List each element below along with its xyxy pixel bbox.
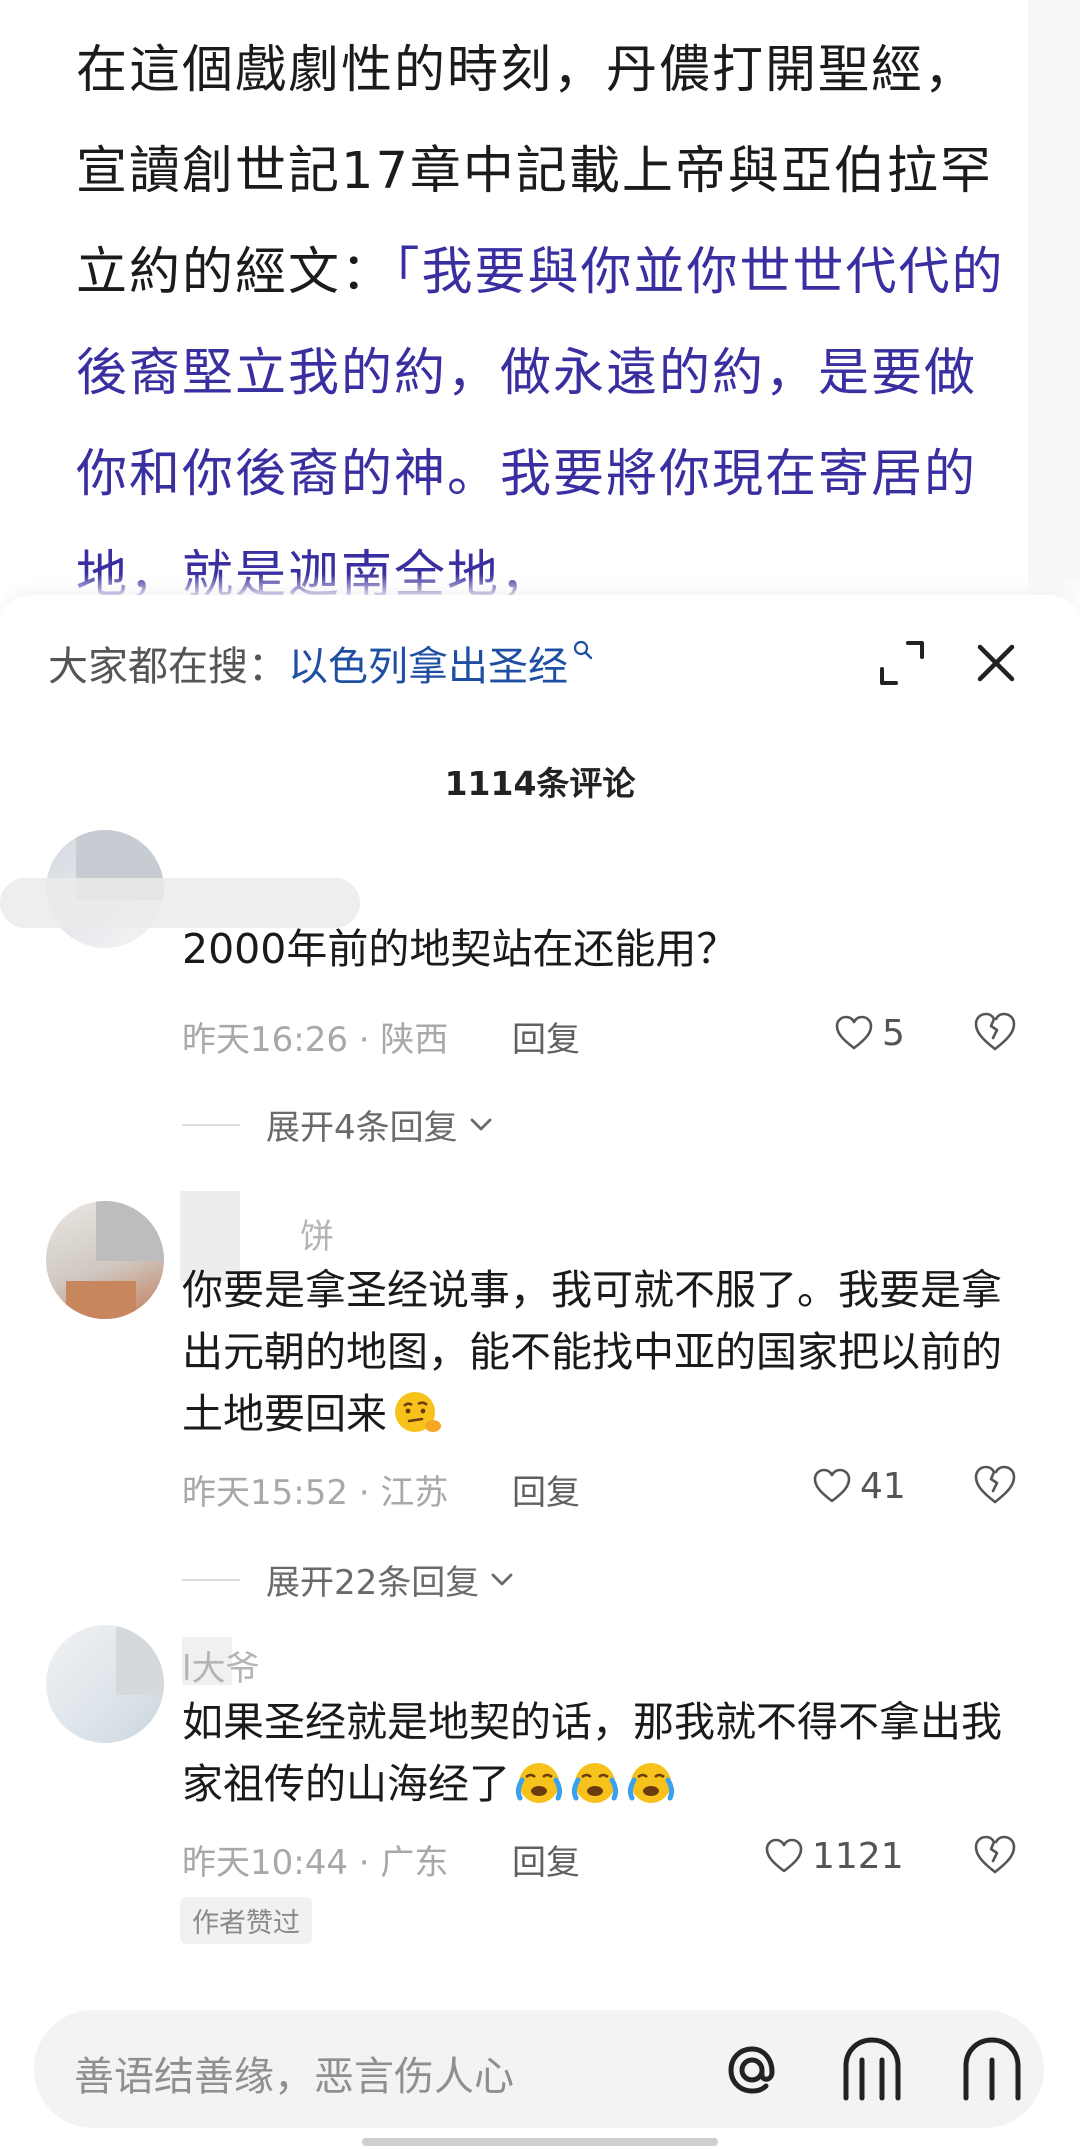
username[interactable]: 饼 bbox=[300, 1209, 334, 1258]
article-margin bbox=[1028, 0, 1080, 600]
comment-text: 2000年前的地契站在还能用？ bbox=[182, 925, 738, 973]
home-indicator[interactable] bbox=[362, 2138, 718, 2146]
divider-line bbox=[182, 1123, 240, 1126]
comment-count: 1114条评论 bbox=[0, 757, 1080, 805]
expand-replies-label: 展开4条回复 bbox=[266, 1108, 458, 1148]
comment-count-suffix: 条评论 bbox=[536, 764, 636, 803]
comment-item: 饼 你要是拿圣经说事，我可就不服了。我要是拿出元朝的地图，能不能找中亚的国家把以… bbox=[0, 1191, 1080, 1661]
at-icon[interactable] bbox=[714, 2032, 790, 2108]
dislike-icon[interactable] bbox=[972, 1010, 1018, 1056]
trending-search[interactable]: 大家都在搜： 以色列拿出圣经 bbox=[48, 635, 594, 691]
comment-input-placeholder[interactable]: 善语结善缘，恶言伤人心 bbox=[74, 2044, 514, 2102]
comment-text-body: 你要是拿圣经说事，我可就不服了。我要是拿出元朝的地图，能不能找中亚的国家把以前的… bbox=[182, 1266, 1002, 1438]
expand-replies-label: 展开22条回复 bbox=[266, 1563, 480, 1603]
expand-icon[interactable] bbox=[872, 633, 932, 693]
author-liked-badge: 作者赞过 bbox=[180, 1897, 312, 1944]
comment-text: 如果圣经就是地契的话，那我就不得不拿出我家祖传的山海经了 bbox=[182, 1691, 1002, 1815]
like-button[interactable]: 5 bbox=[834, 1010, 905, 1056]
avatar[interactable] bbox=[46, 1201, 164, 1319]
heart-icon bbox=[765, 1838, 803, 1873]
thinking-face-icon bbox=[395, 1392, 441, 1432]
comment-item: 2000年前的地契站在还能用？ 昨天16:26 · 陕西 回复 5 展开4条回复 bbox=[0, 830, 1080, 1160]
expand-replies-button[interactable]: 展开4条回复 bbox=[182, 1100, 496, 1149]
comment-input-bar[interactable]: 善语结善缘，恶言伤人心 bbox=[34, 2010, 1044, 2128]
avatar-mosaic bbox=[116, 1625, 164, 1695]
crying-face-icon bbox=[627, 1763, 675, 1803]
like-count: 41 bbox=[860, 1465, 906, 1507]
like-count: 5 bbox=[882, 1012, 905, 1054]
avatar[interactable] bbox=[46, 1625, 164, 1743]
crying-face-icon bbox=[515, 1763, 563, 1803]
divider-line bbox=[182, 1578, 240, 1581]
heart-icon bbox=[813, 1468, 851, 1503]
dislike-icon[interactable] bbox=[972, 1833, 1018, 1879]
comment-count-number: 1114 bbox=[444, 764, 537, 803]
like-button[interactable]: 1121 bbox=[764, 1833, 904, 1879]
emoji-icon[interactable] bbox=[834, 2032, 910, 2108]
trending-search-label: 大家都在搜： bbox=[48, 644, 288, 690]
search-icon bbox=[572, 638, 594, 668]
trending-search-link[interactable]: 以色列拿出圣经 bbox=[288, 634, 568, 692]
comment-meta: 昨天10:44 · 广东 bbox=[182, 1843, 449, 1883]
comment-panel: 大家都在搜： 以色列拿出圣经 1114条评论 2000年前的地契站在还能用？ 昨… bbox=[0, 595, 1080, 2149]
chevron-down-icon bbox=[491, 1573, 513, 1585]
article-preview: 在這個戲劇性的時刻，丹儂打開聖經，宣讀創世記17章中記載上帝與亞伯拉罕立約的經文… bbox=[0, 0, 1080, 600]
article-text: 在這個戲劇性的時刻，丹儂打開聖經，宣讀創世記17章中記載上帝與亞伯拉罕立約的經文… bbox=[76, 20, 1006, 600]
heart-icon bbox=[835, 1015, 873, 1050]
reply-button[interactable]: 回复 bbox=[512, 1012, 580, 1061]
reply-button[interactable]: 回复 bbox=[512, 1835, 580, 1884]
comment-meta: 昨天15:52 · 江苏 bbox=[182, 1473, 449, 1513]
comment-text: 你要是拿圣经说事，我可就不服了。我要是拿出元朝的地图，能不能找中亚的国家把以前的… bbox=[182, 1259, 1002, 1445]
username[interactable]: l大爷 bbox=[182, 1641, 259, 1690]
comment-meta: 昨天16:26 · 陕西 bbox=[182, 1020, 449, 1060]
like-button[interactable]: 41 bbox=[812, 1463, 906, 1509]
dislike-icon[interactable] bbox=[972, 1463, 1018, 1509]
chevron-down-icon bbox=[470, 1118, 492, 1130]
crying-face-icon bbox=[571, 1763, 619, 1803]
avatar-mosaic bbox=[66, 1281, 136, 1319]
close-icon[interactable] bbox=[966, 633, 1026, 693]
image-icon[interactable] bbox=[954, 2032, 1030, 2108]
avatar-mosaic bbox=[96, 1201, 164, 1261]
like-count: 1121 bbox=[812, 1835, 904, 1877]
comment-item: l大爷 如果圣经就是地契的话，那我就不得不拿出我家祖传的山海经了 昨天10:44… bbox=[0, 1625, 1080, 2075]
expand-replies-button[interactable]: 展开22条回复 bbox=[182, 1555, 517, 1604]
reply-button[interactable]: 回复 bbox=[512, 1465, 580, 1514]
